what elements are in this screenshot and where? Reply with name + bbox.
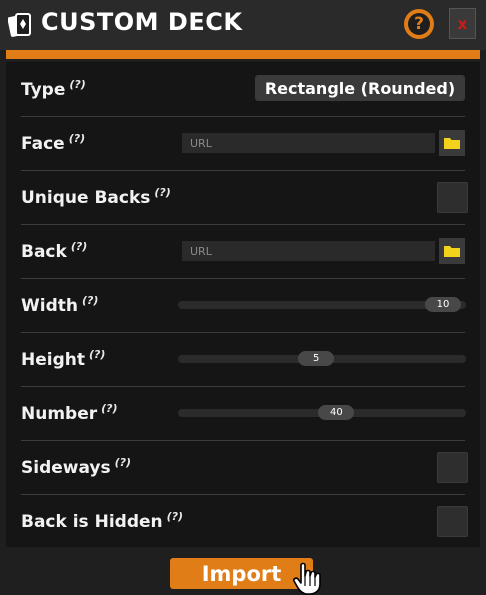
- height-slider[interactable]: 5: [178, 351, 466, 366]
- number-label: Number (?): [21, 402, 118, 424]
- row-width: Width (?) 10: [21, 278, 466, 333]
- width-slider[interactable]: 10: [178, 297, 466, 312]
- help-icon: ?: [408, 13, 430, 35]
- unique-backs-checkbox[interactable]: [437, 182, 468, 213]
- height-help-hint[interactable]: (?): [89, 348, 105, 361]
- face-browse-button[interactable]: [439, 130, 465, 156]
- row-unique-backs: Unique Backs (?): [21, 170, 468, 225]
- folder-icon: [444, 138, 460, 149]
- row-type: Type (?) Rectangle (Rounded): [21, 62, 465, 117]
- accent-bar: [6, 50, 480, 59]
- back-browse-button[interactable]: [439, 238, 465, 264]
- row-back: Back (?): [21, 224, 465, 279]
- number-slider[interactable]: 40: [178, 405, 466, 420]
- back-hidden-help-hint[interactable]: (?): [167, 510, 183, 523]
- face-url-input[interactable]: [182, 133, 435, 153]
- face-label: Face (?): [21, 132, 86, 154]
- unique-backs-label: Unique Backs (?): [21, 186, 171, 208]
- folder-icon: [444, 246, 460, 257]
- type-label: Type (?): [21, 78, 86, 100]
- row-height: Height (?) 5: [21, 332, 466, 387]
- height-slider-thumb[interactable]: 5: [298, 351, 335, 366]
- back-help-hint[interactable]: (?): [71, 240, 87, 253]
- hand-pointer-icon: [293, 562, 321, 595]
- settings-panel: Type(?) Rectangle (Rounded) Face(?) Uniq…: [6, 62, 480, 547]
- number-slider-thumb[interactable]: 40: [318, 405, 355, 420]
- height-label: Height (?): [21, 348, 106, 370]
- back-url-input[interactable]: [182, 241, 435, 261]
- back-hidden-label: Back is Hidden (?): [21, 510, 184, 532]
- unique-backs-help-hint[interactable]: (?): [154, 186, 170, 199]
- width-help-hint[interactable]: (?): [82, 294, 98, 307]
- row-face: Face (?): [21, 116, 465, 171]
- close-button[interactable]: x: [449, 8, 476, 39]
- card-deck-icon: [8, 13, 31, 37]
- back-label: Back (?): [21, 240, 88, 262]
- width-slider-thumb[interactable]: 10: [424, 297, 461, 312]
- help-button[interactable]: ?: [404, 9, 434, 39]
- row-back-hidden: Back is Hidden (?): [21, 494, 468, 548]
- sideways-help-hint[interactable]: (?): [115, 456, 131, 469]
- title-bar: CUSTOM DECK ? x: [0, 0, 486, 50]
- face-help-hint[interactable]: (?): [69, 132, 85, 145]
- window-title: CUSTOM DECK: [41, 8, 243, 36]
- row-number: Number (?) 40: [21, 386, 466, 441]
- back-hidden-checkbox[interactable]: [437, 506, 468, 537]
- type-help-hint[interactable]: (?): [69, 78, 85, 91]
- type-dropdown[interactable]: Rectangle (Rounded): [255, 75, 465, 101]
- row-sideways: Sideways (?): [21, 440, 468, 495]
- sideways-label: Sideways (?): [21, 456, 132, 478]
- number-help-hint[interactable]: (?): [101, 402, 117, 415]
- sideways-checkbox[interactable]: [437, 452, 468, 483]
- width-label: Width (?): [21, 294, 99, 316]
